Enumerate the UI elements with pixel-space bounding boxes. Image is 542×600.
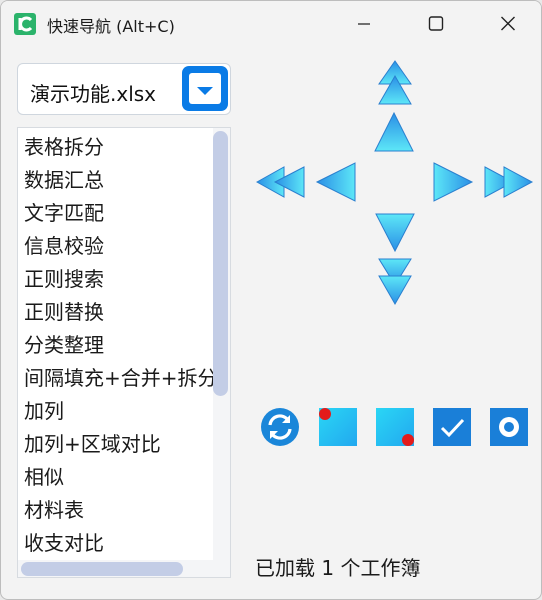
refresh-button[interactable] [260, 407, 300, 447]
double-down-arrow-icon[interactable] [378, 258, 412, 306]
horizontal-scrollbar-thumb[interactable] [21, 562, 183, 576]
bottom-right-corner-button[interactable] [375, 407, 415, 447]
record-button[interactable] [489, 407, 529, 447]
double-right-arrow-icon[interactable] [484, 166, 534, 198]
list-item[interactable]: 间隔填充+合并+拆分 [24, 362, 218, 395]
horizontal-scrollbar[interactable] [18, 560, 230, 577]
list-item[interactable]: 加列+区域对比 [24, 428, 161, 461]
refresh-icon [261, 408, 299, 446]
down-arrow-icon[interactable] [375, 213, 415, 253]
navigation-pad [255, 60, 534, 306]
right-arrow-icon[interactable] [433, 162, 474, 202]
list-item[interactable]: 分类整理 [24, 329, 104, 362]
top-left-corner-button[interactable] [318, 407, 358, 447]
list-item[interactable]: 相似 [24, 461, 64, 494]
double-left-arrow-icon[interactable] [255, 166, 305, 198]
list-item[interactable]: 加列 [24, 395, 64, 428]
bottom-right-corner-icon [376, 408, 414, 446]
quick-navigation-window: 快速导航 (Alt+C) 演示功能.xlsx 表格拆分 数据汇总 文字匹配 信息… [0, 0, 542, 600]
top-left-corner-icon [319, 408, 357, 446]
list-item[interactable]: 材料表 [24, 494, 84, 527]
checkbox-button[interactable] [432, 407, 472, 447]
double-up-arrow-icon[interactable] [378, 60, 412, 105]
checkbox-icon [433, 408, 471, 446]
status-text: 已加载 1 个工作簿 [255, 556, 421, 580]
up-arrow-icon[interactable] [374, 111, 414, 152]
record-icon [490, 408, 528, 446]
left-arrow-icon[interactable] [315, 162, 356, 202]
list-item[interactable]: 收支对比 [24, 527, 104, 560]
